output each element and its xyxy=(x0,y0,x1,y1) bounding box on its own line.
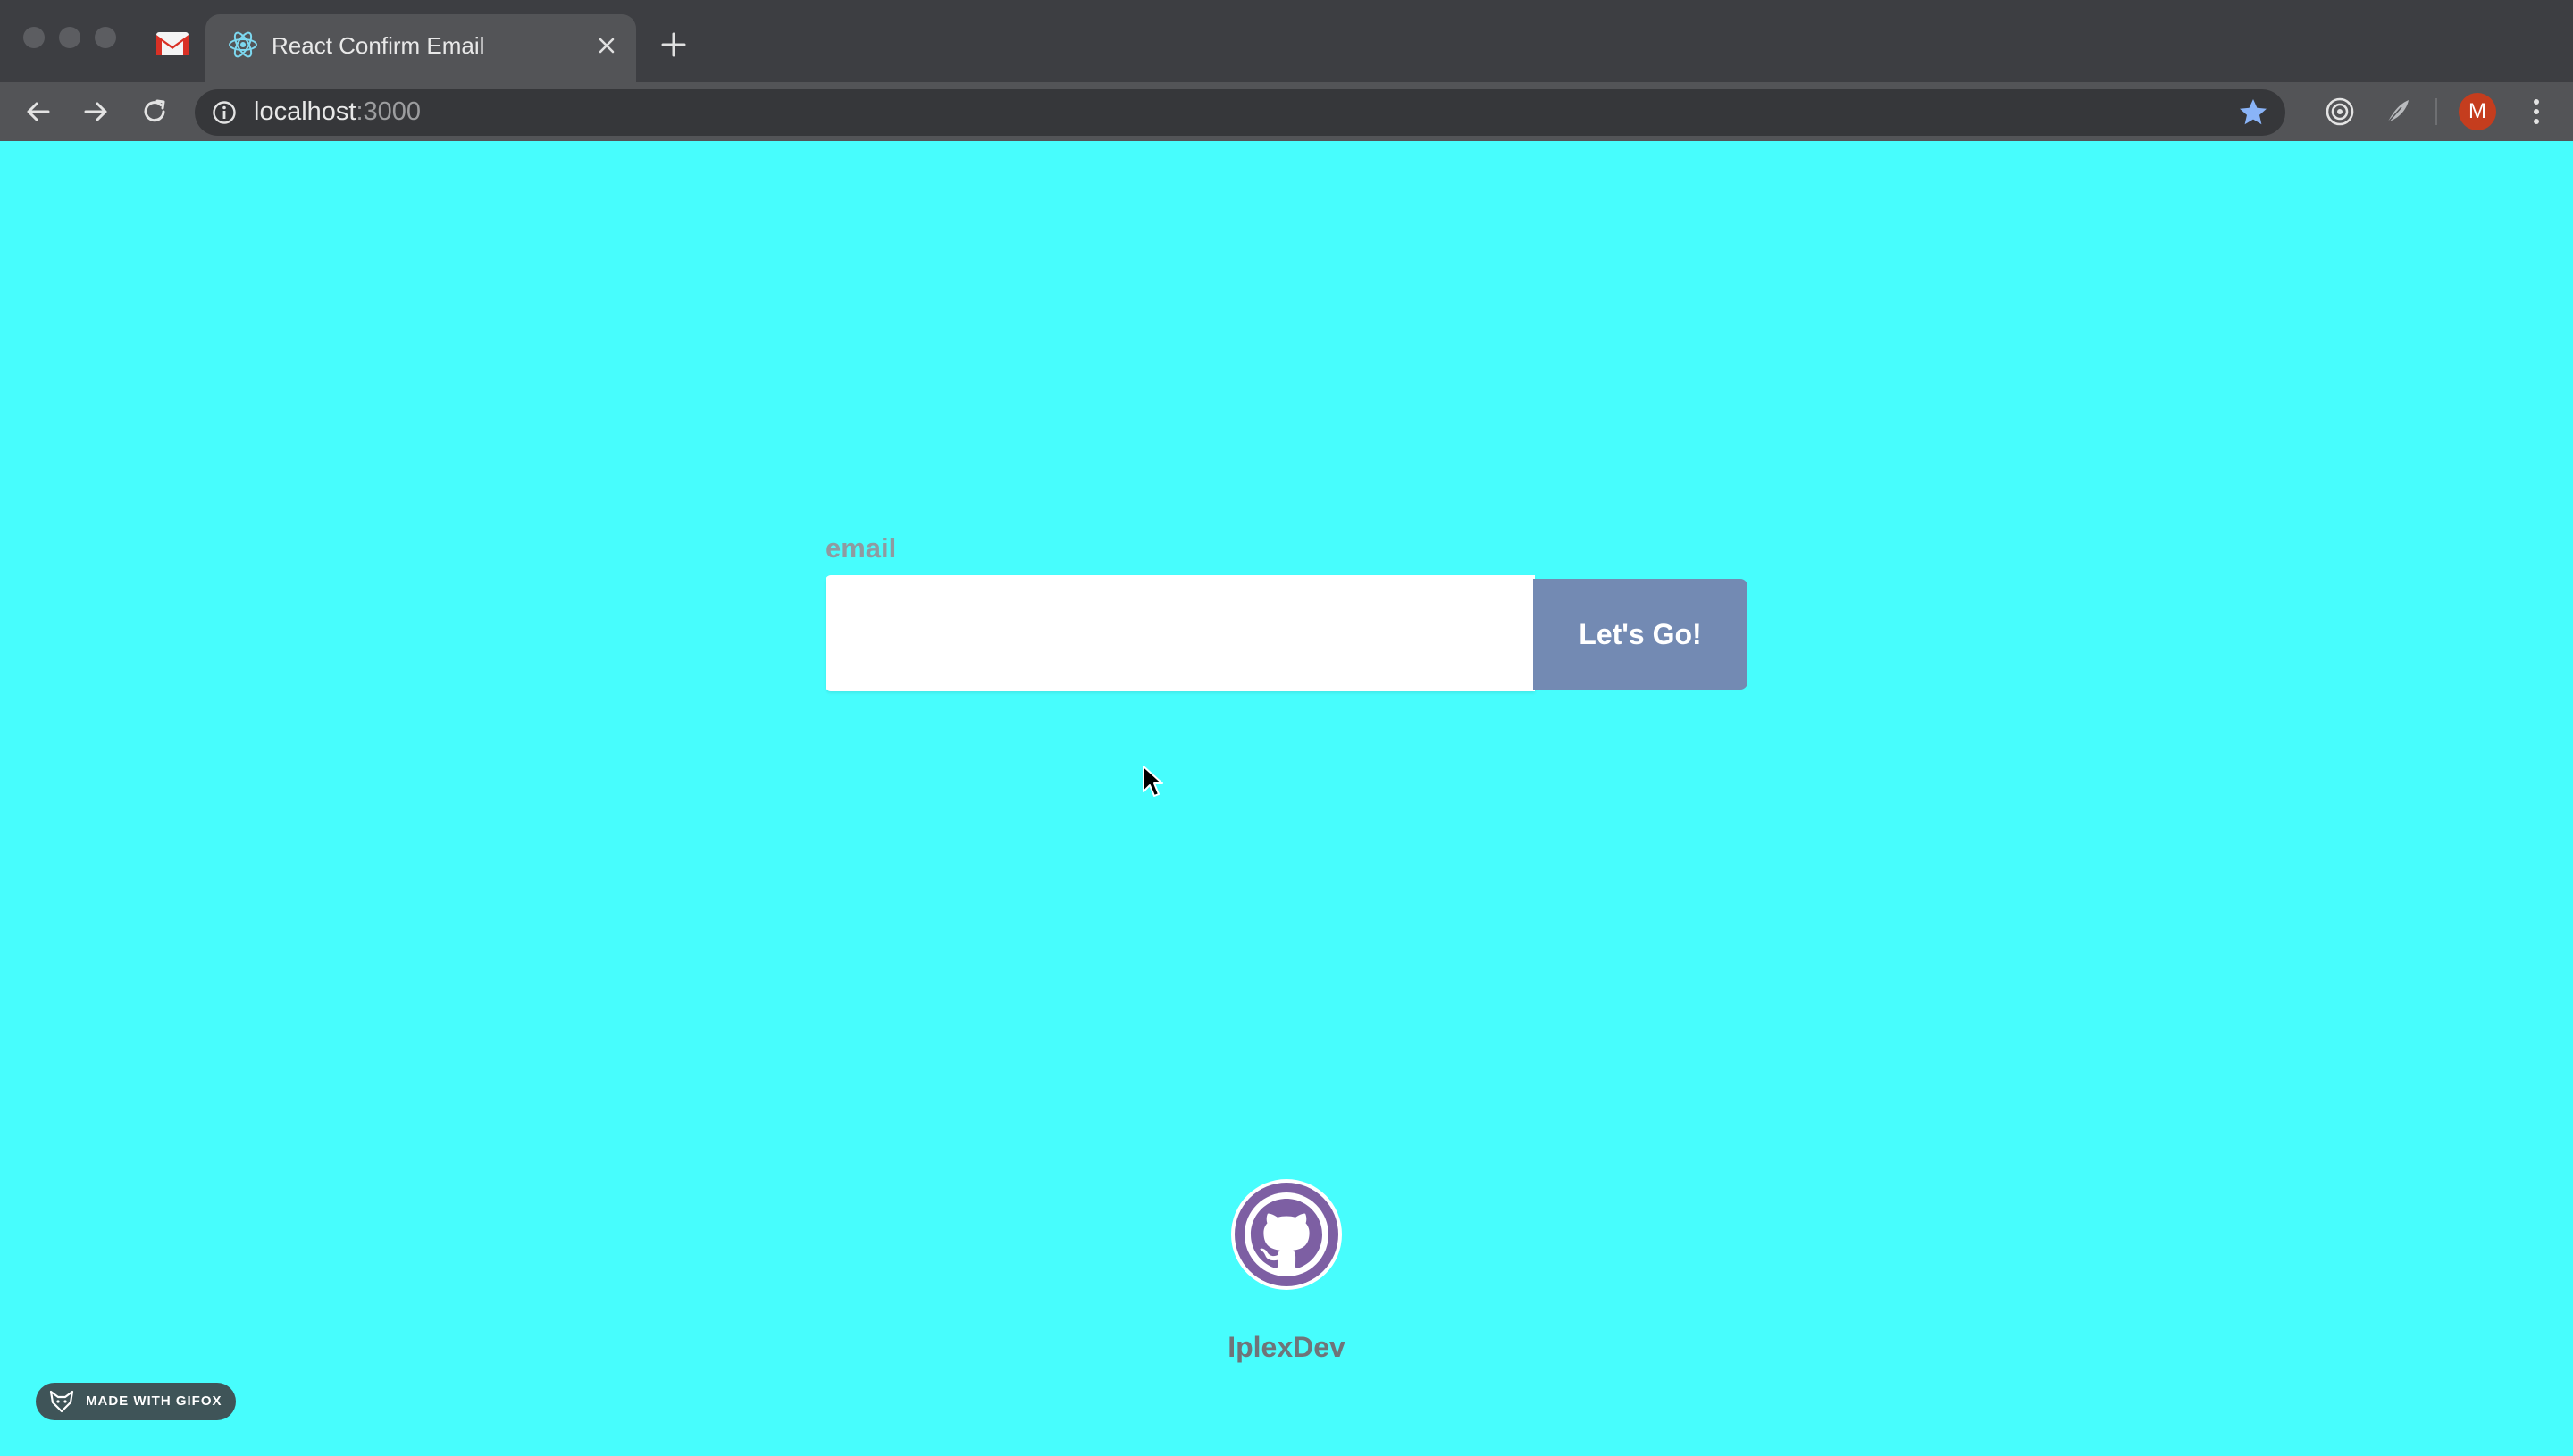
window-close-button[interactable] xyxy=(23,27,45,48)
target-icon[interactable] xyxy=(2323,95,2357,129)
profile-avatar[interactable]: M xyxy=(2459,93,2496,130)
browser-toolbar: localhost:3000 M xyxy=(0,82,2573,141)
feather-icon[interactable] xyxy=(2380,95,2414,129)
info-icon[interactable] xyxy=(211,99,238,126)
tab-title: React Confirm Email xyxy=(272,32,485,59)
back-arrow-icon[interactable] xyxy=(20,93,57,130)
browser-tab-active[interactable]: React Confirm Email xyxy=(205,14,636,82)
gifox-watermark: MADE WITH GIFOX xyxy=(36,1383,236,1420)
email-input[interactable] xyxy=(826,575,1535,691)
gmail-icon[interactable] xyxy=(155,30,189,57)
toolbar-divider xyxy=(2435,98,2437,125)
react-icon xyxy=(229,31,257,58)
mouse-cursor-icon xyxy=(1143,766,1163,797)
window-minimize-button[interactable] xyxy=(59,27,80,48)
url-host: localhost xyxy=(254,97,356,126)
address-bar[interactable]: localhost:3000 xyxy=(195,89,2285,136)
star-icon[interactable] xyxy=(2237,96,2269,129)
lets-go-button[interactable]: Let's Go! xyxy=(1533,579,1747,690)
gifox-label: MADE WITH GIFOX xyxy=(86,1393,222,1409)
url-port: :3000 xyxy=(356,97,422,126)
browser-titlebar: React Confirm Email xyxy=(0,0,2573,82)
github-icon[interactable] xyxy=(1229,1177,1344,1292)
kebab-menu-icon[interactable] xyxy=(2519,95,2553,129)
fox-icon xyxy=(49,1390,74,1413)
window-maximize-button[interactable] xyxy=(95,27,116,48)
forward-arrow-icon[interactable] xyxy=(77,93,114,130)
github-username[interactable]: IplexDev xyxy=(1197,1331,1376,1364)
new-tab-plus-icon[interactable] xyxy=(658,29,690,61)
url-text[interactable]: localhost:3000 xyxy=(254,97,421,127)
close-icon[interactable] xyxy=(591,30,622,61)
reload-icon[interactable] xyxy=(136,93,173,130)
email-label: email xyxy=(826,532,897,564)
